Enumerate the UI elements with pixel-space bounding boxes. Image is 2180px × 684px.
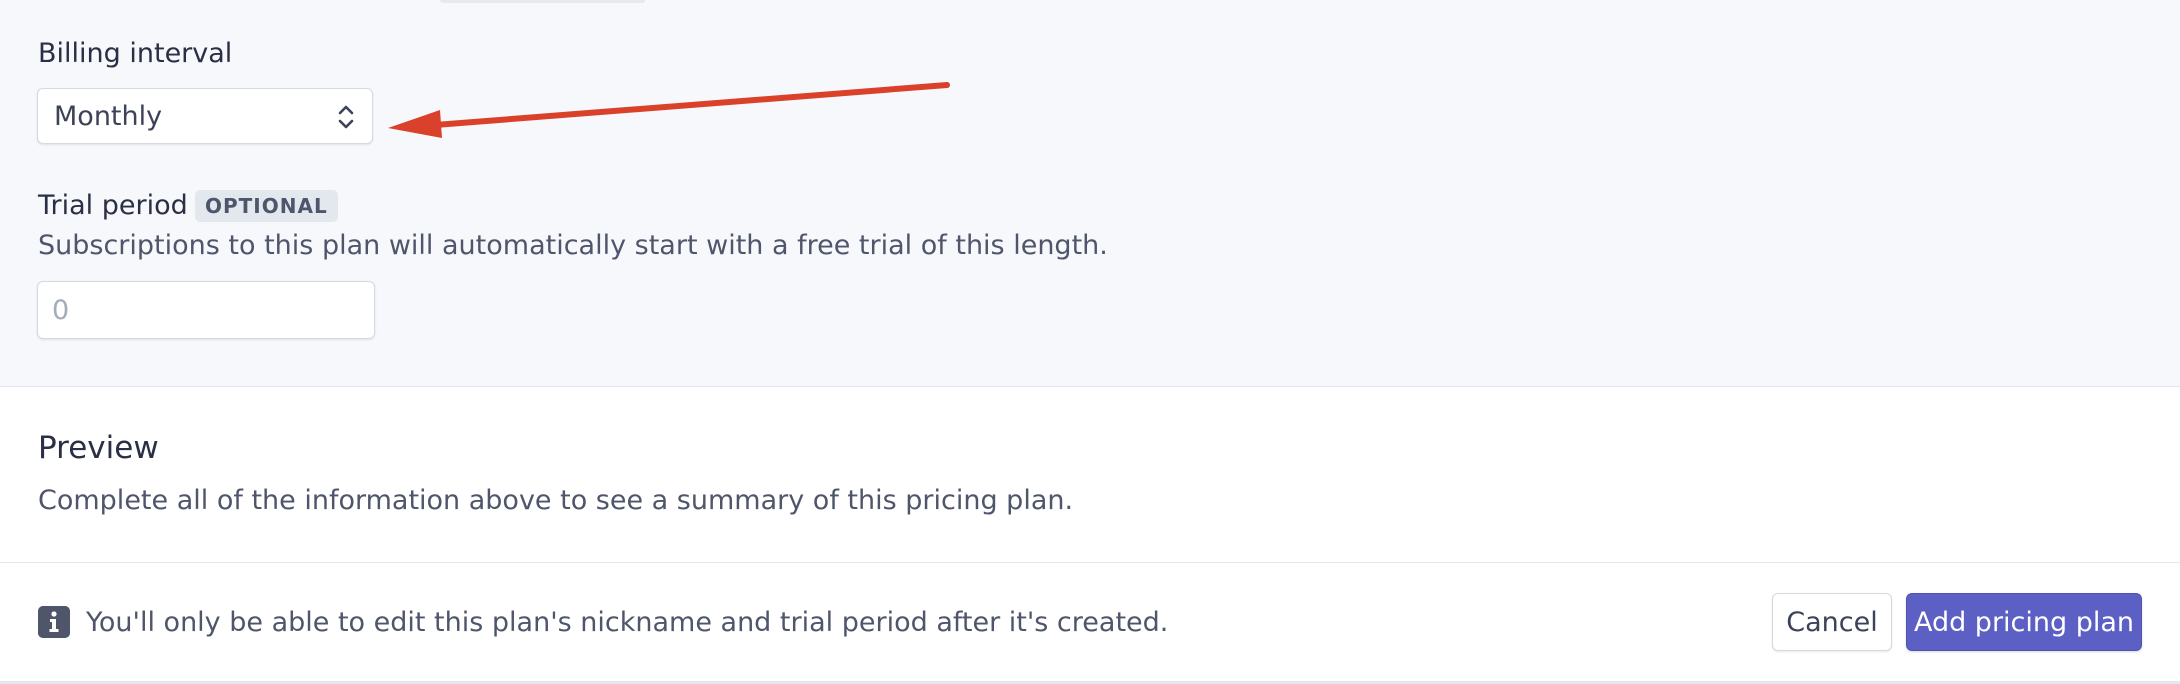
plan-settings-section: Billing interval Monthly Trial period OP… [0, 0, 2180, 387]
info-icon [38, 606, 70, 638]
trial-period-label: Trial period [38, 190, 188, 221]
cancel-button[interactable]: Cancel [1772, 593, 1892, 651]
annotation-arrow [388, 82, 950, 138]
trial-days-field: days [37, 281, 375, 339]
billing-interval-select[interactable]: Monthly [37, 88, 373, 144]
chevron-up-down-icon [338, 105, 354, 129]
footer-divider [0, 562, 2180, 563]
edit-limitation-note: You'll only be able to edit this plan's … [86, 607, 1169, 638]
optional-badge: OPTIONAL [195, 190, 338, 222]
preview-title: Preview [38, 430, 159, 466]
scroll-indicator [440, 0, 645, 3]
add-pricing-plan-button[interactable]: Add pricing plan [1906, 593, 2142, 651]
preview-description: Complete all of the information above to… [38, 485, 1074, 516]
trial-days-input[interactable] [38, 282, 374, 338]
billing-interval-value: Monthly [54, 100, 163, 132]
billing-interval-label: Billing interval [38, 38, 233, 69]
trial-period-help: Subscriptions to this plan will automati… [38, 230, 1108, 261]
